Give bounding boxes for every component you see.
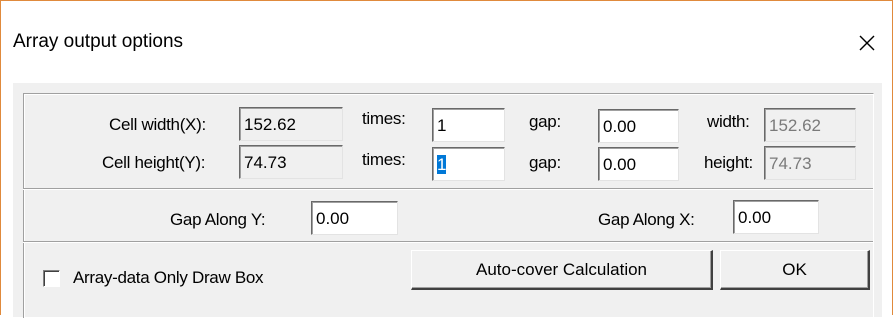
- auto-cover-calculation-label: Auto-cover Calculation: [475, 259, 648, 279]
- auto-cover-calculation-button[interactable]: Auto-cover Calculation: [411, 250, 713, 290]
- separator-1: [23, 188, 873, 190]
- cell-height-times-input[interactable]: 1: [432, 147, 505, 181]
- total-height-label: height:: [704, 153, 753, 172]
- separator-2: [23, 241, 873, 243]
- gap-along-y-label: Gap Along Y:: [170, 210, 266, 229]
- window-title: Array output options: [13, 31, 184, 52]
- cell-height-times-selection: 1: [437, 155, 447, 174]
- dialog-body: Cell width(X): 152.62 times: 1 gap: 0.00…: [13, 83, 882, 318]
- close-button[interactable]: [844, 23, 890, 63]
- gap-along-y-input[interactable]: 0.00: [311, 201, 398, 235]
- gap-along-x-input[interactable]: 0.00: [733, 200, 819, 234]
- cell-height-label: Cell height(Y):: [102, 153, 206, 172]
- dialog-window: Array output options Cell width(X): 152.…: [0, 0, 893, 318]
- title-bar[interactable]: Array output options: [1, 1, 892, 83]
- cell-width-gap-label: gap:: [529, 112, 561, 131]
- cell-width-label: Cell width(X):: [109, 115, 206, 134]
- draw-box-checkbox[interactable]: [43, 270, 60, 287]
- cell-width-times-input[interactable]: 1: [432, 108, 505, 142]
- cell-height-field: 74.73: [239, 145, 343, 179]
- close-icon: [859, 35, 875, 51]
- draw-box-label[interactable]: Array-data Only Draw Box: [73, 267, 264, 289]
- total-width-field: 152.62: [764, 108, 856, 142]
- ok-label: OK: [782, 259, 807, 279]
- cell-width-gap-input[interactable]: 0.00: [598, 109, 679, 143]
- gap-along-x-label: Gap Along X:: [598, 210, 695, 229]
- cell-width-times-label: times:: [362, 109, 406, 128]
- cell-height-times-label: times:: [362, 150, 406, 169]
- cell-height-gap-label: gap:: [529, 153, 561, 172]
- cell-width-field: 152.62: [239, 107, 343, 141]
- total-width-label: width:: [707, 112, 750, 131]
- ok-button[interactable]: OK: [720, 250, 870, 290]
- total-height-field: 74.73: [764, 146, 856, 180]
- cell-height-gap-input[interactable]: 0.00: [598, 147, 679, 181]
